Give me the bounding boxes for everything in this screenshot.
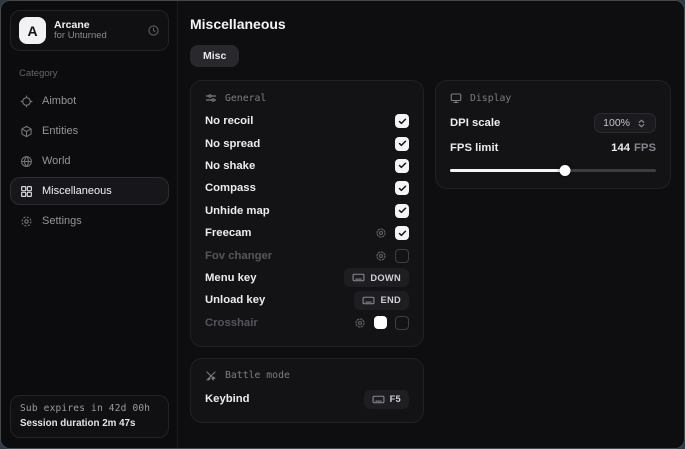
subscription-status-card: Sub expires in 42d 00h Session duration …: [10, 395, 169, 438]
sidebar-item-entities[interactable]: Entities: [10, 117, 169, 145]
setting-row: Keybind F5: [205, 388, 409, 410]
crosshair-icon: [20, 95, 33, 108]
display-card-header: Display: [450, 92, 656, 104]
setting-row: Unhide map: [205, 200, 409, 222]
setting-label: No shake: [205, 160, 255, 172]
tab-bar: Misc: [190, 45, 671, 67]
setting-row: Compass: [205, 177, 409, 199]
dpi-scale-row: DPI scale 100%: [450, 110, 656, 136]
sidebar-item-label: Aimbot: [42, 95, 76, 107]
cube-icon: [20, 125, 33, 138]
checkbox[interactable]: [395, 114, 409, 128]
session-clock-icon[interactable]: [147, 24, 160, 37]
setting-label: No spread: [205, 138, 260, 150]
setting-label: Fov changer: [205, 250, 272, 262]
sliders-icon: [205, 92, 217, 104]
general-rows: No recoil No spread No shake: [205, 110, 409, 334]
general-card-title: General: [225, 93, 266, 104]
setting-row: Menu key DOWN: [205, 267, 409, 289]
battle-rows: Keybind F5: [205, 388, 409, 410]
sidebar-item-settings[interactable]: Settings: [10, 207, 169, 235]
brand-card: A Arcane for Unturned: [10, 10, 169, 51]
general-card: General No recoil No spread: [190, 80, 424, 347]
checkbox[interactable]: [395, 159, 409, 173]
setting-row: Freecam: [205, 222, 409, 244]
sidebar-item-aimbot[interactable]: Aimbot: [10, 87, 169, 115]
dpi-scale-value: 100%: [603, 117, 630, 129]
monitor-icon: [450, 92, 462, 104]
sidebar-item-label: World: [42, 155, 71, 167]
fps-limit-row: FPS limit 144FPS: [450, 136, 656, 160]
keybind-badge[interactable]: END: [354, 291, 409, 310]
sidebar: A Arcane for Unturned Category Aimbot En…: [1, 1, 178, 448]
main-panel: Miscellaneous Misc General N: [178, 1, 684, 448]
grid-icon: [20, 185, 33, 198]
sidebar-item-label: Entities: [42, 125, 78, 137]
battle-mode-card-header: Battle mode: [205, 370, 409, 382]
sidebar-item-world[interactable]: World: [10, 147, 169, 175]
setting-label: Unload key: [205, 294, 265, 306]
keybind-badge[interactable]: DOWN: [344, 268, 409, 287]
setting-label: No recoil: [205, 115, 253, 127]
setting-label: Menu key: [205, 272, 256, 284]
setting-row: Crosshair: [205, 312, 409, 334]
gear-icon[interactable]: [375, 227, 387, 239]
setting-row: Fov changer: [205, 244, 409, 266]
checkbox[interactable]: [395, 181, 409, 195]
checkbox[interactable]: [395, 137, 409, 151]
setting-label: Compass: [205, 182, 256, 194]
checkbox[interactable]: [395, 249, 409, 263]
fps-limit-value: 144FPS: [611, 142, 656, 154]
sub-expiry-text: Sub expires in 42d 00h: [20, 403, 159, 414]
category-label: Category: [19, 68, 169, 79]
slider-fill: [450, 169, 565, 172]
brand-text: Arcane for Unturned: [54, 19, 139, 42]
tab-misc[interactable]: Misc: [190, 45, 239, 67]
battle-mode-card-title: Battle mode: [225, 370, 290, 381]
fps-limit-label: FPS limit: [450, 142, 498, 154]
setting-row: No recoil: [205, 110, 409, 132]
setting-label: Keybind: [205, 393, 250, 405]
setting-row: Unload key END: [205, 289, 409, 311]
setting-row: No shake: [205, 155, 409, 177]
battle-mode-card: Battle mode Keybind F5: [190, 358, 424, 423]
app-subtitle: for Unturned: [54, 31, 139, 42]
sidebar-item-label: Settings: [42, 215, 82, 227]
gear-icon: [20, 215, 33, 228]
sidebar-item-label: Miscellaneous: [42, 185, 112, 197]
checkbox[interactable]: [395, 226, 409, 240]
checkbox[interactable]: [395, 204, 409, 218]
app-window: A Arcane for Unturned Category Aimbot En…: [0, 0, 685, 449]
checkbox[interactable]: [395, 316, 409, 330]
color-swatch[interactable]: [374, 316, 387, 329]
swords-icon: [205, 370, 217, 382]
session-duration-text: Session duration 2m 47s: [20, 418, 159, 429]
dpi-scale-select[interactable]: 100%: [594, 113, 656, 133]
page-title: Miscellaneous: [190, 16, 671, 32]
app-logo: A: [19, 17, 46, 44]
keyboard-icon: [362, 294, 375, 307]
display-card-title: Display: [470, 93, 511, 104]
slider-thumb[interactable]: [560, 165, 571, 176]
display-card: Display DPI scale 100%: [435, 80, 671, 189]
setting-row: No spread: [205, 132, 409, 154]
general-card-header: General: [205, 92, 409, 104]
gear-icon[interactable]: [354, 317, 366, 329]
globe-icon: [20, 155, 33, 168]
sidebar-item-miscellaneous[interactable]: Miscellaneous: [10, 177, 169, 205]
setting-label: Unhide map: [205, 205, 270, 217]
setting-label: Crosshair: [205, 317, 258, 329]
gear-icon[interactable]: [375, 250, 387, 262]
sidebar-items: Aimbot Entities World Miscellaneous Sett…: [10, 87, 169, 235]
select-chevrons-icon: [636, 118, 647, 129]
fps-limit-slider[interactable]: [450, 164, 656, 176]
keyboard-icon: [352, 271, 365, 284]
dpi-scale-label: DPI scale: [450, 117, 500, 129]
setting-label: Freecam: [205, 227, 251, 239]
keybind-badge[interactable]: F5: [364, 390, 409, 409]
keyboard-icon: [372, 393, 385, 406]
